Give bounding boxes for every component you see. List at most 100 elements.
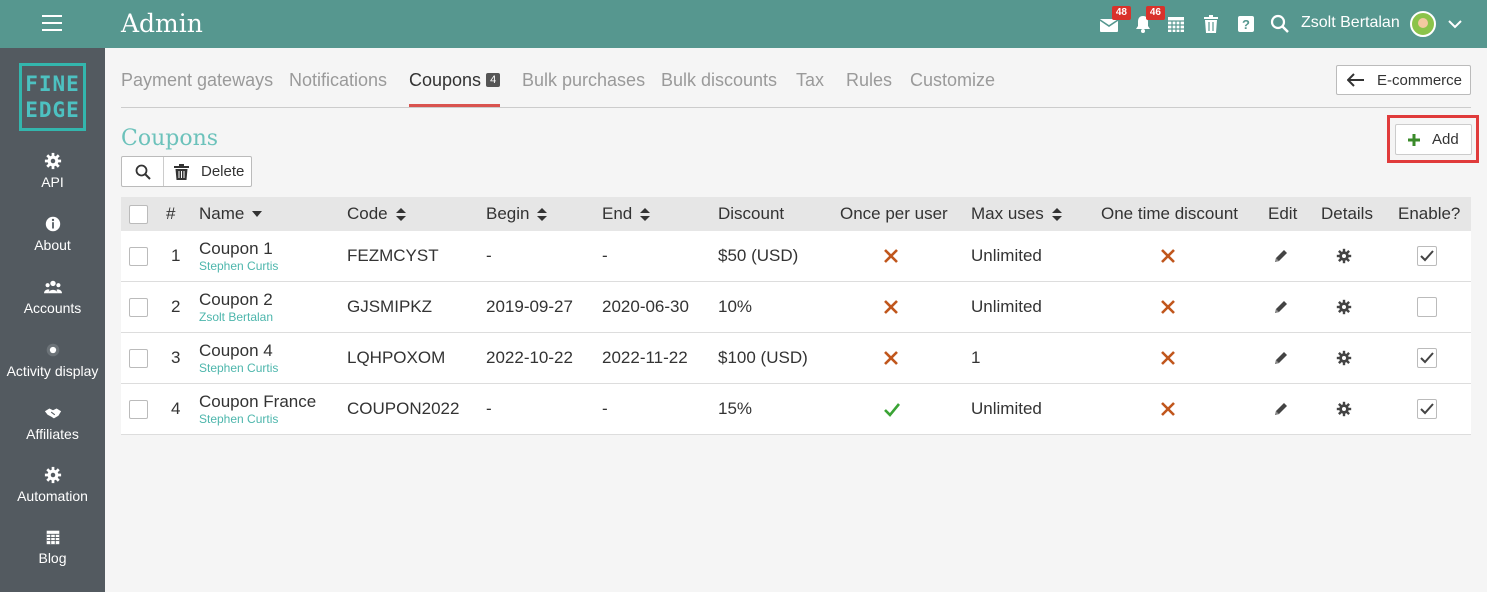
tab-tax[interactable]: Tax: [796, 70, 824, 91]
search-button[interactable]: [122, 157, 164, 186]
sidebar-item-automation[interactable]: Automation: [0, 466, 105, 504]
coupon-discount: $100 (USD): [718, 348, 808, 367]
one-time-discount-status: [1160, 384, 1176, 434]
tab-customize[interactable]: Customize: [910, 70, 995, 91]
page-title: Coupons: [121, 126, 219, 151]
header-end[interactable]: End: [602, 197, 651, 231]
coupon-owner-link[interactable]: Stephen Curtis: [199, 411, 316, 427]
checkmark-icon: [1420, 352, 1434, 364]
enable-checkbox[interactable]: [1417, 297, 1437, 317]
header-discount: Discount: [718, 204, 785, 223]
tab-coupons[interactable]: Coupons 4: [409, 70, 501, 91]
coupon-max-uses: 1: [971, 348, 981, 367]
header-max-uses-label: Max uses: [971, 204, 1044, 223]
once-per-user-status: [883, 231, 899, 281]
row-checkbox[interactable]: [129, 399, 148, 419]
row-number: 1: [171, 246, 181, 265]
tab-coupons-count: 4: [486, 73, 501, 87]
edit-button[interactable]: [1273, 282, 1289, 332]
coupon-name-cell: Coupon 2 Zsolt Bertalan: [199, 290, 273, 325]
edit-button[interactable]: [1273, 333, 1289, 383]
edit-button[interactable]: [1273, 231, 1289, 281]
sidebar-item-label: API: [41, 174, 64, 190]
enable-checkbox[interactable]: [1417, 348, 1437, 368]
checkmark-icon: [1420, 403, 1434, 415]
tab-rules[interactable]: Rules: [846, 70, 892, 91]
enable-checkbox[interactable]: [1417, 246, 1437, 266]
hamburger-menu-icon[interactable]: [42, 15, 62, 32]
handshake-icon: [44, 408, 61, 419]
delete-button[interactable]: Delete: [164, 163, 244, 180]
cross-icon: [1161, 300, 1175, 314]
select-all-checkbox[interactable]: [129, 204, 148, 224]
sidebar-item-label: Activity display: [6, 363, 99, 379]
row-number: 4: [171, 399, 181, 418]
tab-bulk-purchases[interactable]: Bulk purchases: [522, 70, 645, 91]
chevron-down-icon[interactable]: [1448, 17, 1462, 31]
bell-icon[interactable]: 46: [1133, 6, 1165, 34]
row-number: 3: [171, 348, 181, 367]
tab-notifications[interactable]: Notifications: [289, 70, 387, 91]
tab-bar: Payment gateways Notifications Coupons 4 …: [121, 58, 1471, 108]
sort-icon: [640, 207, 651, 221]
user-name[interactable]: Zsolt Bertalan: [1301, 14, 1400, 32]
header-code[interactable]: Code: [347, 197, 406, 231]
sidebar-item-affiliates[interactable]: Affiliates: [0, 404, 105, 442]
header-enable: Enable?: [1398, 204, 1461, 223]
plus-icon: [1408, 133, 1420, 146]
header-begin[interactable]: Begin: [486, 197, 548, 231]
help-icon[interactable]: ?: [1236, 14, 1256, 34]
avatar[interactable]: [1410, 11, 1436, 37]
coupon-end: 2020-06-30: [602, 297, 689, 316]
coupon-owner-link[interactable]: Stephen Curtis: [199, 360, 278, 376]
sidebar-item-api[interactable]: API: [0, 152, 105, 190]
sidebar-item-blog[interactable]: Blog: [0, 528, 105, 566]
add-button-label: Add: [1432, 131, 1459, 148]
logo[interactable]: FINE EDGE: [19, 63, 86, 131]
calendar-icon[interactable]: [1166, 14, 1186, 34]
ecommerce-back-button[interactable]: E-commerce: [1336, 65, 1471, 95]
coupon-name: Coupon 4: [199, 340, 273, 360]
sort-desc-icon: [252, 211, 263, 217]
gear-icon: [1336, 299, 1352, 315]
row-checkbox[interactable]: [129, 297, 148, 317]
header-edit: Edit: [1268, 204, 1298, 223]
cross-icon: [1161, 351, 1175, 365]
details-button[interactable]: [1336, 231, 1352, 281]
sidebar-item-accounts[interactable]: Accounts: [0, 278, 105, 316]
coupon-owner-link[interactable]: Zsolt Bertalan: [199, 309, 273, 325]
sidebar-item-activity-display[interactable]: Activity display: [0, 341, 105, 379]
row-checkbox[interactable]: [129, 246, 148, 266]
header-max-uses[interactable]: Max uses: [971, 197, 1062, 231]
details-button[interactable]: [1336, 282, 1352, 332]
coupon-discount: 10%: [718, 297, 753, 316]
pencil-icon: [1275, 250, 1287, 262]
sidebar-item-label: Accounts: [23, 300, 82, 316]
trash-icon[interactable]: [1201, 14, 1221, 34]
tab-payment-gateways[interactable]: Payment gateways: [121, 70, 273, 91]
cross-icon: [1161, 402, 1175, 416]
cross-icon: [884, 351, 898, 365]
table-header: # Name Code Begin End Discount Once per …: [121, 197, 1471, 231]
row-checkbox[interactable]: [129, 348, 148, 368]
search-icon[interactable]: [1270, 14, 1290, 34]
add-button[interactable]: Add: [1395, 124, 1472, 155]
edit-button[interactable]: [1273, 384, 1289, 434]
header-end-label: End: [602, 204, 633, 223]
ecommerce-button-label: E-commerce: [1377, 71, 1463, 89]
tab-bulk-discounts[interactable]: Bulk discounts: [661, 70, 777, 91]
table-row: 3 Coupon 4 Stephen Curtis LQHPOXOM 2022-…: [121, 333, 1471, 384]
details-button[interactable]: [1336, 333, 1352, 383]
mail-icon[interactable]: 48: [1099, 6, 1131, 34]
sidebar-item-about[interactable]: About: [0, 215, 105, 253]
enable-checkbox[interactable]: [1417, 399, 1437, 419]
users-icon: [43, 280, 62, 294]
details-button[interactable]: [1336, 384, 1352, 434]
header-code-label: Code: [347, 204, 388, 223]
header-name[interactable]: Name: [199, 197, 263, 231]
one-time-discount-status: [1160, 333, 1176, 383]
coupon-owner-link[interactable]: Stephen Curtis: [199, 258, 278, 274]
gear-icon: [44, 466, 61, 484]
coupon-name-cell: Coupon France Stephen Curtis: [199, 392, 316, 427]
coupon-max-uses: Unlimited: [971, 297, 1042, 316]
